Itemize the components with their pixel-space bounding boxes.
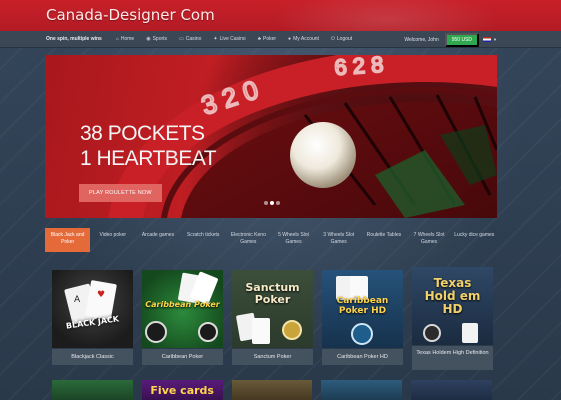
game-art-text: Caribbean Poker	[145, 300, 220, 309]
game-card[interactable]: Caribbean Poker Caribbean Poker	[142, 270, 223, 370]
site-header: Canada-Designer Com	[0, 0, 561, 31]
game-title: Blackjack Classic	[52, 349, 133, 365]
tab-video-poker[interactable]: Video poker	[90, 228, 135, 260]
play-roulette-button[interactable]: PLAY ROULETTE NOW	[79, 184, 162, 202]
game-art-text: Sanctum Poker	[245, 281, 300, 306]
nav-item-label: Casino	[185, 36, 202, 42]
tab-black-jack-and-poker[interactable]: Black Jack and Poker	[45, 228, 91, 252]
svg-text:6 2 8: 6 2 8	[334, 55, 385, 80]
category-tabs: Black Jack and Poker Video poker Arcade …	[45, 228, 497, 260]
nav-item-logout[interactable]: ⏻ Logout	[331, 36, 352, 42]
hero-headline: 38 POCKETS 1 HEARTBEAT	[80, 121, 217, 171]
game-title: Caribbean Poker	[142, 349, 223, 365]
games-grid-row-2: Five cards	[52, 380, 492, 400]
nav-item-home[interactable]: ⌂ Home	[116, 36, 134, 42]
main-nav: One spin, multiple wins ⌂ Home ◉ Sports …	[0, 31, 561, 48]
nav-item-sports[interactable]: ◉ Sports	[146, 36, 167, 42]
game-title: Texas Holdem High Definition	[412, 346, 493, 370]
game-thumbnail[interactable]: A ♥ BLACK JACK	[52, 270, 133, 348]
nav-item-label: Sports	[152, 36, 168, 42]
svg-text:♥: ♥	[97, 290, 105, 300]
game-thumbnail[interactable]: Caribbean Poker	[142, 270, 223, 348]
tab-scratch-tickets[interactable]: Scratch tickets	[181, 228, 226, 260]
tab-roulette-tables[interactable]: Roulette Tables	[361, 228, 406, 260]
us-flag-icon[interactable]	[483, 37, 492, 42]
game-thumbnail[interactable]: Caribbean Poker HD	[322, 270, 403, 348]
nav-item-label: Logout	[336, 36, 353, 42]
game-art-text: Caribbean Poker HD	[336, 296, 389, 316]
carousel-dot[interactable]	[276, 201, 280, 205]
game-title: Sanctum Poker	[232, 349, 313, 365]
chevron-down-icon[interactable]: ▼	[493, 37, 497, 42]
game-card[interactable]: Texas Hold em HD Texas Holdem High Defin…	[412, 267, 493, 370]
nav-item-live-casino[interactable]: ✦ Live Casino	[213, 36, 245, 42]
svg-text:A: A	[74, 295, 81, 305]
nav-item-label: Poker	[262, 36, 277, 42]
game-card[interactable]: Caribbean Poker HD Caribbean Poker HD	[322, 270, 403, 370]
tab-electronic-keno-games[interactable]: Electronic Keno Games	[226, 228, 271, 260]
live-casino-icon: ✦	[213, 36, 218, 42]
game-thumbnail[interactable]: Sanctum Poker	[232, 270, 313, 348]
nav-tagline: One spin, multiple wins	[46, 36, 102, 42]
game-art-text: Texas Hold em HD	[424, 276, 481, 316]
site-title-link[interactable]: Canada-Designer Com	[46, 6, 215, 24]
nav-item-label: My Account	[293, 36, 319, 42]
balance-button[interactable]: 950 USD	[444, 32, 480, 47]
tab-lucky-dice-games[interactable]: Lucky dice games	[452, 228, 497, 260]
carousel-indicators	[264, 201, 280, 205]
nav-item-label: Live Casino	[219, 36, 246, 42]
tab-3-wheels-slot-games[interactable]: 3 Wheels Slot Games	[316, 228, 361, 260]
header-decoration	[271, 0, 501, 31]
carousel-dot-active[interactable]	[270, 201, 274, 205]
nav-right: Welcome, John 950 USD ▼	[404, 31, 497, 48]
tab-5-wheels-slot-games[interactable]: 5 Wheels Slot Games	[271, 228, 316, 260]
nav-item-poker[interactable]: ♣ Poker	[258, 36, 276, 42]
game-card[interactable]: Sanctum Poker Sanctum Poker	[232, 270, 313, 370]
games-grid: A ♥ BLACK JACK Blackjack Classic Caribbe…	[52, 267, 493, 370]
hero-banner: 3 2 0 6 2 8 38 POCKETS 1 HEARTBEAT PLAY …	[45, 55, 497, 218]
casino-icon: ▭	[179, 36, 184, 42]
game-card[interactable]: A ♥ BLACK JACK Blackjack Classic	[52, 270, 133, 370]
poker-chips-icon	[145, 271, 218, 343]
cards-icon: A ♥	[64, 280, 117, 325]
hero-line-2: 1 HEARTBEAT	[80, 147, 217, 170]
nav-item-label: Home	[120, 36, 135, 42]
game-thumbnail[interactable]	[52, 380, 133, 400]
game-thumbnail[interactable]	[321, 380, 403, 400]
logout-icon: ⏻	[330, 36, 335, 42]
tab-arcade-games[interactable]: Arcade games	[135, 228, 180, 260]
account-icon: ●	[288, 36, 292, 42]
game-thumbnail[interactable]: Five cards	[141, 380, 223, 400]
game-art-text: Five cards	[150, 384, 214, 397]
nav-item-my-account[interactable]: ● My Account	[288, 36, 319, 42]
poker-icon: ♣	[257, 36, 261, 42]
welcome-text: Welcome, John	[404, 36, 439, 43]
hero-line-1: 38 POCKETS	[80, 122, 205, 145]
game-thumbnail[interactable]	[411, 380, 492, 400]
game-title: Caribbean Poker HD	[322, 349, 403, 365]
game-thumbnail[interactable]	[231, 380, 313, 400]
carousel-dot[interactable]	[264, 201, 268, 205]
sports-icon: ◉	[146, 36, 151, 42]
page: Canada-Designer Com One spin, multiple w…	[0, 0, 561, 400]
game-thumbnail[interactable]: Texas Hold em HD	[412, 267, 493, 345]
tab-7-wheels-slot-games[interactable]: 7 Wheels Slot Games	[407, 228, 452, 260]
nav-item-casino[interactable]: ▭ Casino	[179, 36, 201, 42]
home-icon: ⌂	[115, 36, 119, 42]
